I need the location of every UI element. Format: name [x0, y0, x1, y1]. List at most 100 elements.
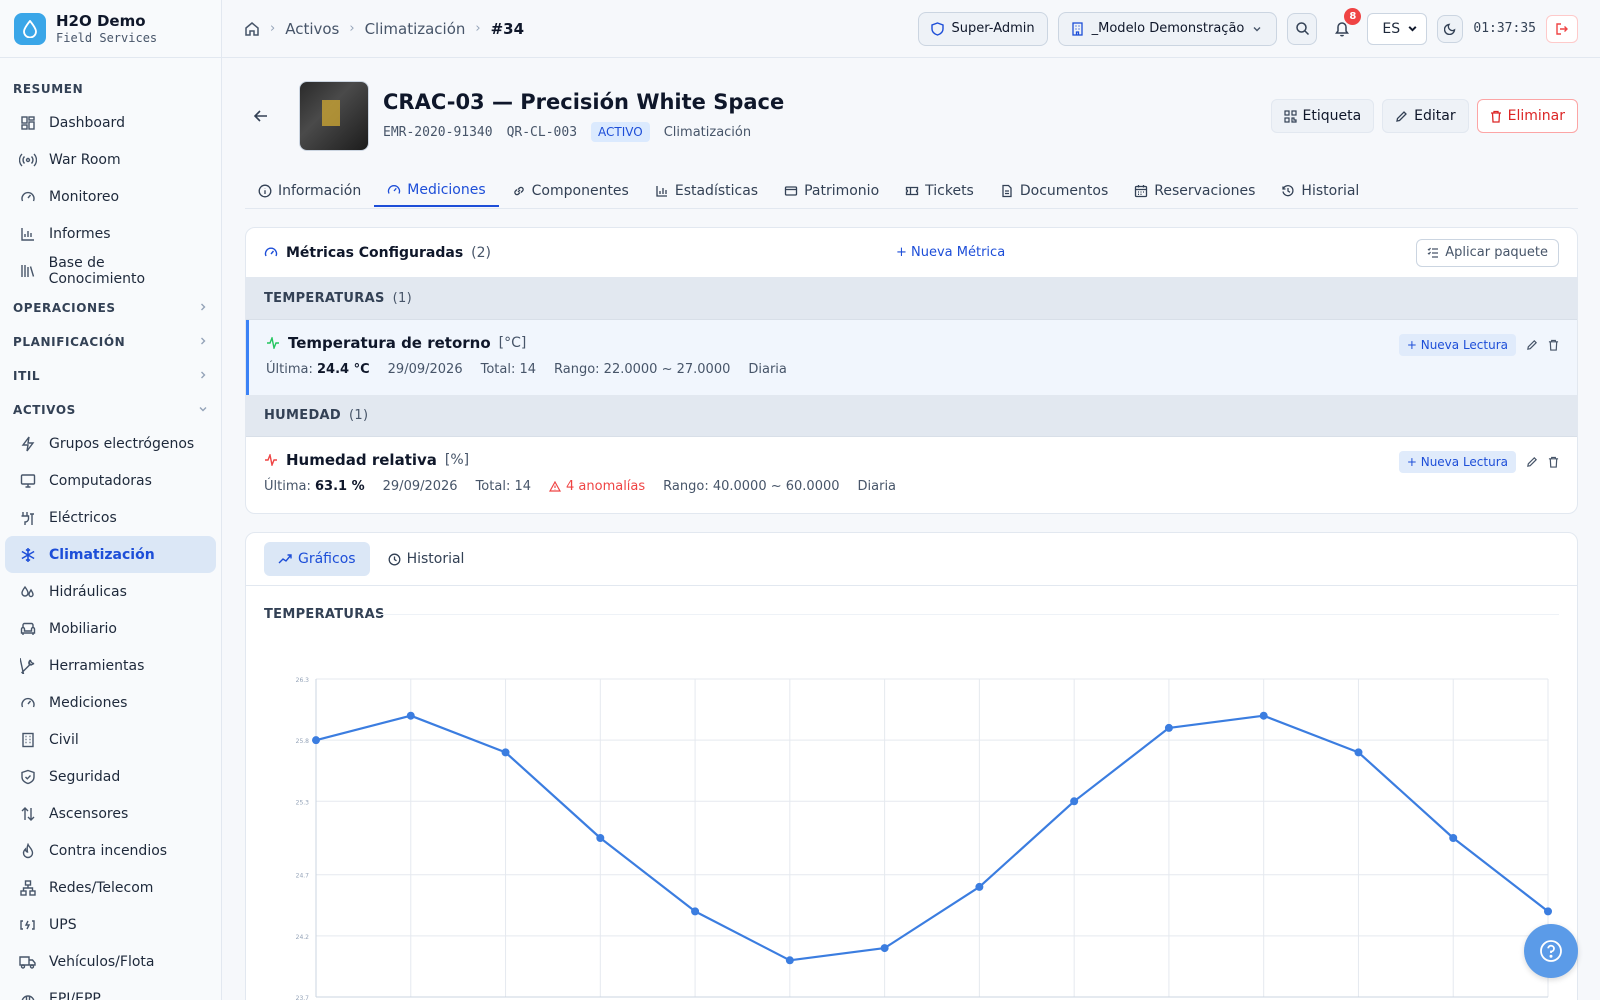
sidebar-item-label: EPI/EPP — [49, 990, 101, 1000]
chart-section-title: TEMPERATURAS — [264, 607, 385, 622]
search-icon — [1295, 21, 1310, 36]
tab-patrimonio[interactable]: Patrimonio — [771, 174, 892, 207]
battery-icon — [19, 916, 37, 934]
moon-icon — [1443, 22, 1457, 35]
sidebar-item-monitoreo[interactable]: Monitoreo — [5, 178, 216, 215]
role-button[interactable]: Super-Admin — [917, 11, 1048, 46]
temperature-line-chart[interactable]: 23.724.224.725.325.826.309-16 08:0009-17… — [246, 633, 1578, 1000]
sidebar-item-mobiliario[interactable]: Mobiliario — [5, 610, 216, 647]
notifications-button[interactable]: 8 — [1327, 7, 1362, 44]
help-button[interactable] — [1524, 924, 1578, 978]
sidebar-item-epi-epp[interactable]: EPI/EPP — [5, 980, 216, 1000]
tenant-selector[interactable]: _Modelo Demonstração — [1057, 11, 1278, 46]
sidebar-item-label: Informes — [49, 225, 111, 242]
sidebar-item-informes[interactable]: Informes — [5, 215, 216, 252]
brand-name: H2O Demo — [56, 11, 146, 30]
data-point — [880, 944, 889, 953]
tab-historial-chart[interactable]: Historial — [374, 542, 479, 576]
sidebar-item-eléctricos[interactable]: Eléctricos — [5, 499, 216, 536]
anomalies-indicator[interactable]: 4 anomalías — [549, 479, 645, 494]
sidebar-item-mediciones[interactable]: Mediciones — [5, 684, 216, 721]
sidebar-item-dashboard[interactable]: Dashboard — [5, 104, 216, 141]
sidebar-item-redes-telecom[interactable]: Redes/Telecom — [5, 869, 216, 906]
tab-información[interactable]: Información — [245, 174, 374, 207]
sidebar-item-base-de-conocimiento[interactable]: Base de Conocimiento — [5, 252, 216, 289]
apply-package-button[interactable]: Aplicar paquete — [1416, 238, 1559, 267]
nav-section-resumen[interactable]: RESUMEN — [5, 70, 216, 104]
trash-icon[interactable] — [1548, 339, 1559, 351]
breadcrumb-activos[interactable]: Activos — [285, 20, 339, 38]
sidebar-item-contra-incendios[interactable]: Contra incendios — [5, 832, 216, 869]
metric-unit: [%] — [444, 452, 470, 468]
logout-button[interactable] — [1546, 14, 1578, 43]
nav-section-planificación[interactable]: PLANIFICACIÓN — [5, 323, 216, 357]
breadcrumb-climatizacion[interactable]: Climatización — [365, 20, 466, 38]
gauge-icon — [19, 694, 37, 712]
label-button[interactable]: Etiqueta — [1270, 99, 1375, 133]
sidebar-item-label: Climatización — [49, 546, 155, 563]
sidebar-item-ups[interactable]: UPS — [5, 906, 216, 943]
sidebar-item-computadoras[interactable]: Computadoras — [5, 462, 216, 499]
sidebar-item-war-room[interactable]: War Room — [5, 141, 216, 178]
tab-graficos[interactable]: Gráficos — [264, 542, 370, 576]
back-arrow-icon[interactable] — [253, 108, 283, 124]
language-select[interactable]: ES — [1367, 12, 1428, 45]
metric-row-humedad[interactable]: Humedad relativa [%] Última: 63.1 % 29/0… — [246, 437, 1577, 512]
last-date: 29/09/2026 — [382, 479, 458, 494]
group-name: HUMEDAD — [264, 408, 341, 423]
last-value: 63.1 % — [315, 479, 365, 494]
new-reading-button[interactable]: + Nueva Lectura — [1398, 334, 1516, 356]
theme-toggle[interactable] — [1437, 14, 1464, 43]
tab-reservaciones[interactable]: Reservaciones — [1121, 174, 1268, 207]
pencil-icon[interactable] — [1526, 456, 1538, 468]
y-tick-label: 25.3 — [296, 799, 310, 806]
sidebar-item-civil[interactable]: Civil — [5, 721, 216, 758]
sidebar-item-hidráulicas[interactable]: Hidráulicas — [5, 573, 216, 610]
data-point — [1164, 723, 1173, 732]
sidebar-item-ascensores[interactable]: Ascensores — [5, 795, 216, 832]
shield-icon — [930, 21, 944, 36]
network-icon — [19, 879, 37, 897]
edit-button[interactable]: Editar — [1382, 99, 1469, 133]
clock: 01:37:35 — [1473, 21, 1536, 36]
total-readings: Total: 14 — [480, 362, 537, 377]
new-reading-button[interactable]: + Nueva Lectura — [1398, 451, 1516, 473]
home-icon[interactable] — [244, 21, 260, 37]
brand[interactable]: H2O Demo Field Services — [0, 0, 221, 58]
tab-historial[interactable]: Historial — [1268, 174, 1372, 207]
sidebar-item-climatización[interactable]: Climatización — [5, 536, 216, 573]
metric-row-temperatura[interactable]: Temperatura de retorno [°C] Última: 24.4… — [246, 320, 1577, 395]
metric-unit: [°C] — [498, 335, 527, 351]
metric-frequency: Diaria — [857, 479, 897, 494]
truck-icon — [19, 953, 37, 971]
nav-section-activos[interactable]: ACTIVOS — [5, 391, 216, 425]
tab-documentos[interactable]: Documentos — [987, 174, 1121, 207]
sidebar-item-vehículos-flota[interactable]: Vehículos/Flota — [5, 943, 216, 980]
data-point — [1259, 711, 1268, 720]
sidebar-item-label: Grupos electrógenos — [49, 435, 195, 452]
list-check-icon — [1427, 247, 1439, 258]
nav-section-operaciones[interactable]: OPERACIONES — [5, 289, 216, 323]
new-metric-button[interactable]: + Nueva Métrica — [896, 245, 1005, 260]
asset-header: CRAC-03 — Precisión White Space EMR-2020… — [245, 58, 1578, 174]
sidebar-item-grupos-electrógenos[interactable]: Grupos electrógenos — [5, 425, 216, 462]
delete-button[interactable]: Eliminar — [1476, 99, 1578, 133]
tab-tickets[interactable]: Tickets — [892, 174, 987, 207]
trash-icon[interactable] — [1548, 456, 1559, 468]
tab-componentes[interactable]: Componentes — [499, 174, 642, 207]
asset-photo[interactable] — [299, 81, 369, 151]
sidebar-item-herramientas[interactable]: Herramientas — [5, 647, 216, 684]
y-tick-label: 25.8 — [296, 738, 310, 745]
metric-frequency: Diaria — [748, 362, 787, 377]
nav-section-itil[interactable]: ITIL — [5, 357, 216, 391]
pencil-icon[interactable] — [1526, 339, 1538, 351]
sidebar-item-seguridad[interactable]: Seguridad — [5, 758, 216, 795]
search-button[interactable] — [1287, 12, 1318, 45]
nav-section-title: PLANIFICACIÓN — [13, 335, 126, 349]
sidebar-item-label: Seguridad — [49, 768, 121, 785]
tab-estadísticas[interactable]: Estadísticas — [642, 174, 771, 207]
nav-section-title: RESUMEN — [13, 82, 84, 96]
tab-mediciones[interactable]: Mediciones — [374, 174, 499, 207]
breadcrumb-current: #34 — [490, 19, 525, 38]
tab-label: Historial — [1301, 182, 1360, 199]
